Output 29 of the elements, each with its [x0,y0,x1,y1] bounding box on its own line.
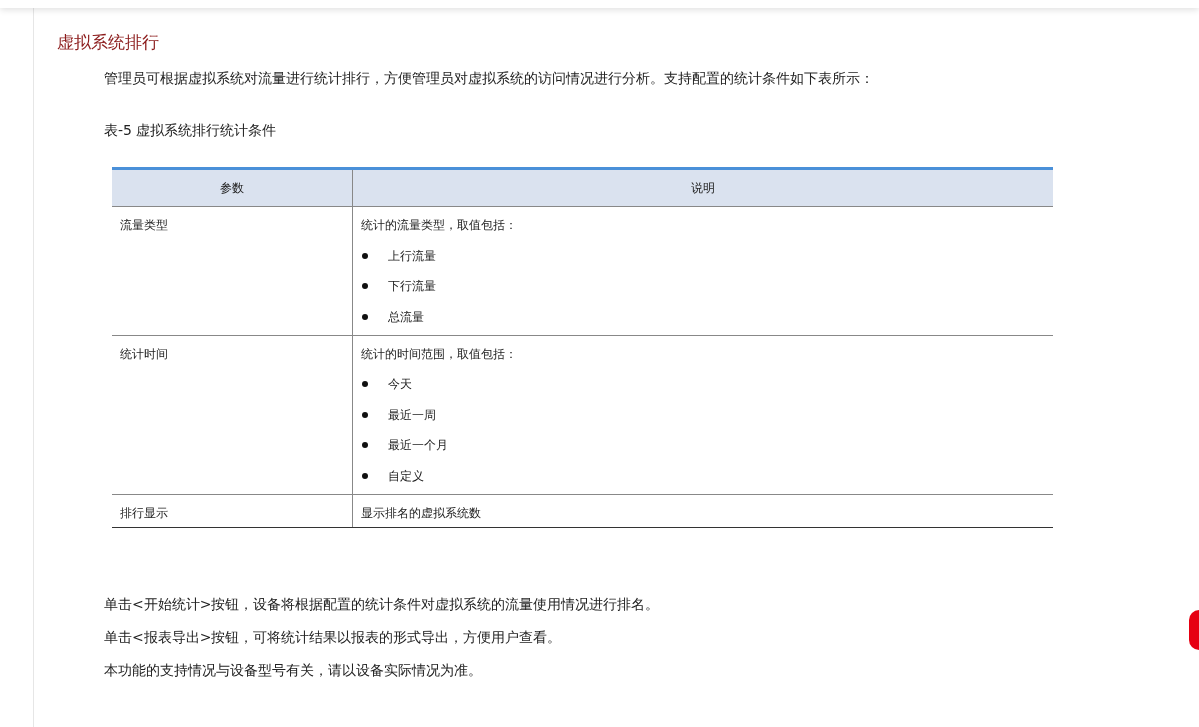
table-cell-text: 显示排名的虚拟系统数 [361,504,482,522]
table-cell-text: 统计的流量类型，取值包括： [361,217,518,234]
bullet-icon [362,313,368,320]
list-item: 总流量 [388,308,424,326]
list-item: 最近一个月 [388,437,448,454]
table-caption: 表-5 虚拟系统排行统计条件 [104,121,278,140]
table-cell: 排行显示 [120,505,168,520]
table-cell: 统计时间 [120,346,168,361]
table-cell-text: 统计的时间范围，取值包括： [361,345,518,363]
bullet-icon [362,252,368,259]
floating-button[interactable] [1189,610,1199,650]
list-item: 今天 [388,376,412,393]
bullet-icon [362,381,368,387]
note-paragraph: 单击<开始统计>按钮，设备将根据配置的统计条件对虚拟系统的流量使用情况进行排名。 [104,594,660,614]
list-item: 下行流量 [388,278,436,295]
section-heading: 虚拟系统排行 [57,31,160,54]
bullet-icon [362,283,368,289]
table-cell: 流量类型 [120,218,168,232]
note-paragraph: 单击<报表导出>按钮，可将统计结果以报表的形式导出，方便用户查看。 [104,627,562,647]
list-item: 自定义 [388,467,424,485]
bullet-icon [362,411,368,418]
bullet-icon [362,472,368,479]
column-header: 参数 [112,168,353,207]
list-item: 上行流量 [388,247,436,265]
list-item: 最近一周 [388,406,436,424]
note-paragraph: 本功能的支持情况与设备型号有关，请以设备实际情况为准。 [104,660,482,680]
column-header: 说明 [352,168,1053,207]
intro-paragraph: 管理员可根据虚拟系统对流量进行统计排行，方便管理员对虚拟系统的访问情况进行分析。支持配置的统计条件如下表所示： [104,69,875,88]
bullet-icon [362,442,368,448]
